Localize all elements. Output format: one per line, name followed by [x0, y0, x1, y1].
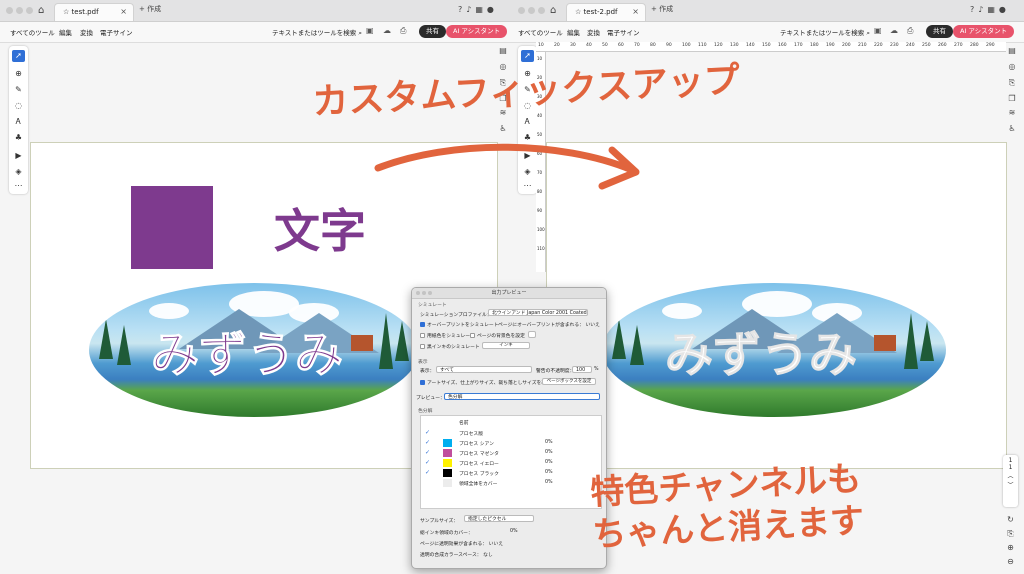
section-display: 表示	[418, 360, 428, 365]
ink-manager-button[interactable]: インキ	[482, 342, 530, 349]
sim-profile-select[interactable]: 北ウインアンド Japan Color 2001 Coated	[488, 309, 588, 316]
page-has-overprint-text: ページにオーバープリントが含まれる：	[498, 323, 584, 328]
ink-swatch	[443, 459, 452, 467]
ink-row[interactable]: ✓ プロセス イエロー 0%	[421, 459, 599, 468]
sim-profile-label: シミュレーションプロファイル：	[420, 313, 492, 318]
ink-name: プロセス マゼンタ	[459, 452, 499, 457]
dialog-title: 出力プレビュー	[491, 290, 527, 296]
page-spot-value: いいえ	[488, 542, 503, 547]
output-preview-dialog: 出力プレビュー シミュレート シミュレーションプロファイル： 北ウインアンド J…	[411, 287, 607, 569]
page-spot-text: ページに透明効果が含まれる：	[420, 542, 488, 547]
ink-percent: 0%	[545, 450, 553, 455]
warning-opacity-value: 100	[576, 368, 586, 373]
ink-name: プロセス ブラック	[459, 472, 499, 477]
paper-color-label: 用紙色をシミュレート	[427, 334, 475, 339]
col-name-header: 名前	[459, 421, 469, 426]
ink-row[interactable]: ✓ プロセス版	[421, 429, 599, 438]
total-ink-label: 総インキ領域のカバー：	[420, 531, 473, 536]
black-ink-label: 黒インキのシミュレート	[427, 345, 480, 350]
sim-profile-value: 北ウインアンド Japan Color 2001 Coated	[492, 311, 587, 316]
ink-row[interactable]: 領域全体をカバー 0%	[421, 479, 599, 488]
dialog-close-dot[interactable]	[416, 291, 420, 295]
blend-space-label: 透明の合成カラースペース： なし	[420, 551, 493, 558]
ink-name: プロセス イエロー	[459, 462, 499, 467]
overprint-checkbox[interactable]	[420, 322, 425, 327]
warning-opacity-label: 警告の不透明度：	[536, 369, 575, 374]
ink-swatch	[443, 449, 452, 457]
paper-color-checkbox[interactable]	[420, 333, 425, 338]
artsize-label: アートサイズ、仕上がりサイズ、裁ち落としサイズを表示	[427, 381, 551, 386]
ink-name: プロセス シアン	[459, 442, 494, 447]
page-has-overprint-value: いいえ	[585, 323, 600, 328]
percent-sign: %	[594, 367, 599, 372]
ink-row[interactable]: ✓ プロセス ブラック 0%	[421, 469, 599, 478]
page-bg-color-swatch[interactable]	[528, 331, 536, 338]
blend-space-text: 透明の合成カラースペース：	[420, 553, 482, 558]
ink-swatch	[443, 439, 452, 447]
total-ink-value: 0%	[510, 529, 518, 534]
ink-table: 名前 ✓ プロセス版 ✓ プロセス シアン 0% ✓ プロセス マゼンタ 0% ✓ プロセス イエ…	[420, 415, 602, 509]
section-simulate: シミュレート	[418, 303, 447, 308]
ink-percent: 0%	[545, 470, 553, 475]
ink-row[interactable]: ✓ プロセス マゼンタ 0%	[421, 449, 599, 458]
dialog-title-bar: 出力プレビュー	[412, 288, 606, 299]
ink-swatch	[443, 469, 452, 477]
display-value: すべて	[440, 368, 454, 373]
sample-size-value: 指定したピクセル	[468, 517, 507, 522]
ink-check[interactable]: ✓	[425, 449, 430, 456]
preview-select[interactable]: 色分解	[444, 393, 600, 400]
ink-percent: 0%	[545, 440, 553, 445]
black-ink-checkbox[interactable]	[420, 344, 425, 349]
artsize-checkbox[interactable]	[420, 380, 425, 385]
ink-row[interactable]: ✓ プロセス シアン 0%	[421, 439, 599, 448]
overprint-label: オーバープリントをシミュレート	[427, 323, 499, 328]
page-bg-checkbox[interactable]	[470, 333, 475, 338]
ink-check[interactable]: ✓	[425, 469, 430, 476]
sample-size-label: サンプルサイズ：	[420, 519, 459, 524]
page-bg-label: ページの背景色を設定	[477, 334, 525, 339]
display-select[interactable]: すべて	[436, 366, 532, 373]
display-label: 表示：	[420, 369, 435, 374]
sample-size-select[interactable]: 指定したピクセル	[464, 515, 534, 522]
preview-value: 色分解	[448, 395, 463, 400]
ink-check[interactable]: ✓	[425, 459, 430, 466]
warning-opacity-input[interactable]: 100	[572, 366, 592, 373]
page-has-overprint-label: ページにオーバープリントが含まれる： いいえ	[498, 321, 600, 328]
section-separation: 色分解	[418, 409, 433, 414]
blend-space-value: なし	[483, 553, 493, 558]
ink-name: プロセス版	[459, 432, 483, 437]
ink-name: 領域全体をカバー	[459, 482, 498, 487]
dialog-zoom-dot[interactable]	[428, 291, 432, 295]
ink-percent: 0%	[545, 480, 553, 485]
ink-percent: 0%	[545, 460, 553, 465]
ink-swatch	[443, 429, 452, 437]
ink-swatch	[443, 479, 452, 487]
ink-check[interactable]: ✓	[425, 439, 430, 446]
preview-label: プレビュー：	[416, 396, 445, 401]
dialog-min-dot[interactable]	[422, 291, 426, 295]
page-spot-label: ページに透明効果が含まれる： いいえ	[420, 540, 503, 547]
page-box-button[interactable]: ページボックスを設定	[542, 378, 596, 385]
ink-check[interactable]: ✓	[425, 429, 430, 436]
